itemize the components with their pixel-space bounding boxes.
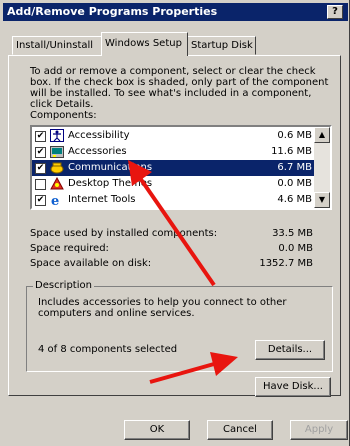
tab-label: Install/Uninstall [16,40,94,51]
space-used-label: Space used by installed components: [30,228,218,239]
components-list[interactable]: ✔ Accessibility 0.6 MB ✔ Accessories 11.… [30,125,332,210]
dialog-window: Add/Remove Programs Properties ? Install… [0,0,350,446]
space-required-value: 0.0 MB [278,243,313,254]
help-button[interactable]: ? [327,5,343,19]
list-item-accessibility[interactable]: ✔ Accessibility 0.6 MB [32,128,316,144]
apply-button[interactable]: Apply [290,420,348,440]
checkbox-accessibility[interactable]: ✔ [35,131,46,142]
scroll-down-icon[interactable]: ▼ [314,192,330,208]
space-used-value: 33.5 MB [272,228,313,239]
title-bar: Add/Remove Programs Properties [3,3,348,21]
accessories-icon [50,145,64,158]
details-button-label: Details... [267,344,313,355]
component-size: 4.6 MB [277,194,312,205]
checkbox-communications[interactable]: ✔ [35,163,46,174]
window-title: Add/Remove Programs Properties [7,5,218,18]
component-size: 0.6 MB [277,130,312,141]
ok-button[interactable]: OK [124,420,190,440]
tab-label: Startup Disk [191,40,253,51]
accessibility-icon [50,129,64,142]
cancel-button-label: Cancel [223,424,257,435]
checkbox-internet-tools[interactable]: ✔ [35,195,46,206]
component-name: Desktop Themes [68,178,153,189]
apply-button-label: Apply [304,424,334,435]
component-name: Internet Tools [68,194,136,205]
tab-label: Windows Setup [105,38,182,49]
list-scrollbar[interactable]: ▲ ▼ [314,127,330,208]
component-size: 6.7 MB [277,162,312,173]
communications-icon [50,161,64,174]
svg-text:e: e [51,194,59,206]
space-available-label: Space available on disk: [30,258,152,269]
component-size: 11.6 MB [271,146,312,157]
ok-button-label: OK [149,424,165,435]
description-group-label: Description [33,280,94,291]
internet-tools-icon: e [50,193,64,208]
space-available-value: 1352.7 MB [259,258,313,269]
description-text: Includes accessories to help you connect… [38,297,287,319]
component-name: Accessories [68,146,127,157]
instructions-text: To add or remove a component, select or … [30,66,329,110]
selection-count: 4 of 8 components selected [38,344,178,355]
space-required-label: Space required: [30,243,109,254]
cancel-button[interactable]: Cancel [207,420,273,440]
component-name: Accessibility [68,130,130,141]
list-item-accessories[interactable]: ✔ Accessories 11.6 MB [32,144,316,160]
tab-windows-setup[interactable]: Windows Setup [101,32,188,56]
checkbox-desktop-themes[interactable] [35,179,46,190]
desktop-themes-icon [50,176,64,190]
list-item-desktop-themes[interactable]: Desktop Themes 0.0 MB [32,176,316,192]
components-label: Components: [30,110,97,121]
tab-install-uninstall[interactable]: Install/Uninstall [12,36,102,55]
list-item-communications[interactable]: ✔ Communications 6.7 MB [32,160,316,176]
scroll-up-icon[interactable]: ▲ [314,127,330,143]
component-name: Communications [68,162,153,173]
list-item-internet-tools[interactable]: ✔ e Internet Tools 4.6 MB [32,192,316,208]
tab-startup-disk[interactable]: Startup Disk [187,36,256,55]
component-size: 0.0 MB [277,178,312,189]
checkbox-accessories[interactable]: ✔ [35,147,46,158]
details-button[interactable]: Details... [255,340,325,360]
have-disk-button-label: Have Disk... [263,381,323,392]
have-disk-button[interactable]: Have Disk... [255,377,331,397]
